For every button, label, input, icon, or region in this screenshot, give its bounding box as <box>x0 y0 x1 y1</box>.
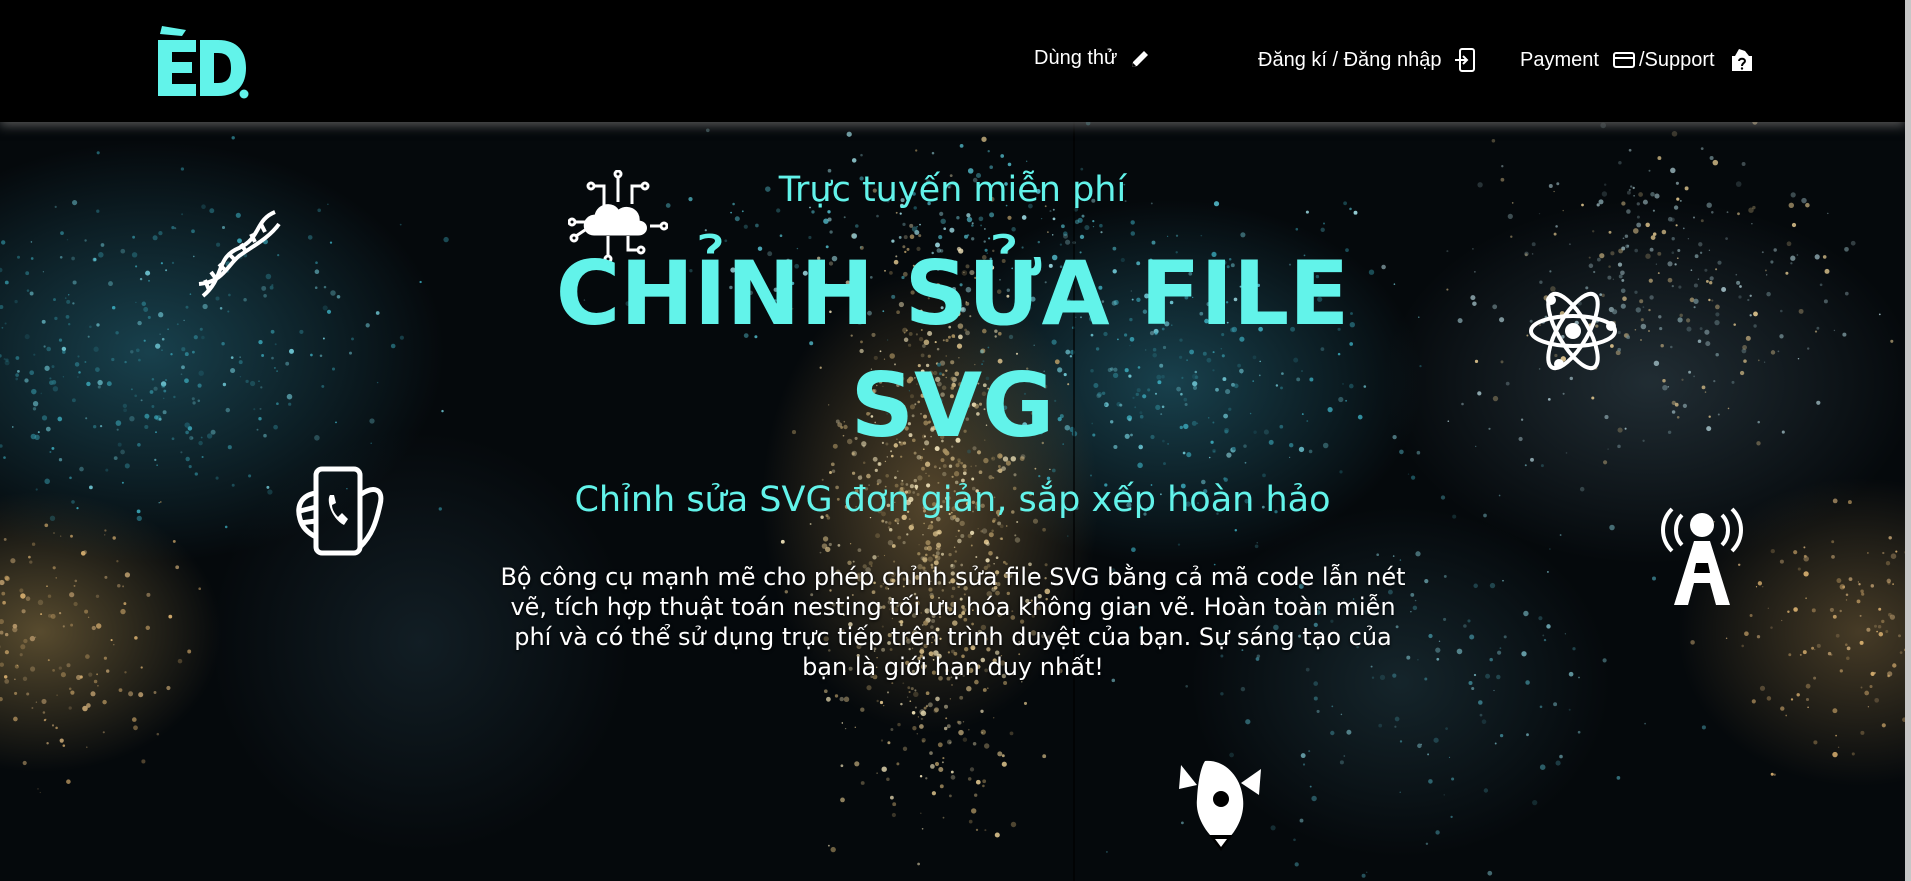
hero-description: Bộ công cụ mạnh mẽ cho phép chỉnh sửa fi… <box>500 563 1406 681</box>
help-box-icon[interactable] <box>1729 47 1755 73</box>
pencil-icon <box>1132 50 1149 67</box>
support-label[interactable]: /Support <box>1639 49 1715 72</box>
hero-subheadline: Chỉnh sửa SVG đơn giản, sắp xếp hoàn hảo <box>574 480 1331 520</box>
auth-link[interactable]: Đăng kí / Đăng nhập <box>1258 47 1477 73</box>
ed-logo[interactable] <box>152 22 257 100</box>
sign-in-icon <box>1455 48 1476 72</box>
auth-label: Đăng kí / Đăng nhập <box>1258 48 1442 71</box>
credit-card-icon[interactable] <box>1612 51 1635 69</box>
payment-label[interactable]: Payment <box>1520 49 1599 72</box>
hero-headline: CHỈNH SỬA FILE SVG <box>555 242 1350 457</box>
try-label: Dùng thử <box>1034 47 1118 69</box>
try-link[interactable]: Dùng thử <box>1034 47 1151 70</box>
hero-eyebrow: Trực tuyến miễn phí <box>778 170 1127 210</box>
atom-icon <box>1529 291 1617 371</box>
payment-support-links: Payment /Support <box>1520 47 1755 73</box>
radio-tower-icon <box>1661 507 1743 605</box>
page-scrollbar[interactable] <box>1905 0 1911 881</box>
dna-icon <box>198 210 281 298</box>
rocket-icon <box>1179 760 1261 851</box>
top-navbar: Dùng thử Đăng kí / Đăng nhập Payment /Su… <box>0 0 1905 122</box>
